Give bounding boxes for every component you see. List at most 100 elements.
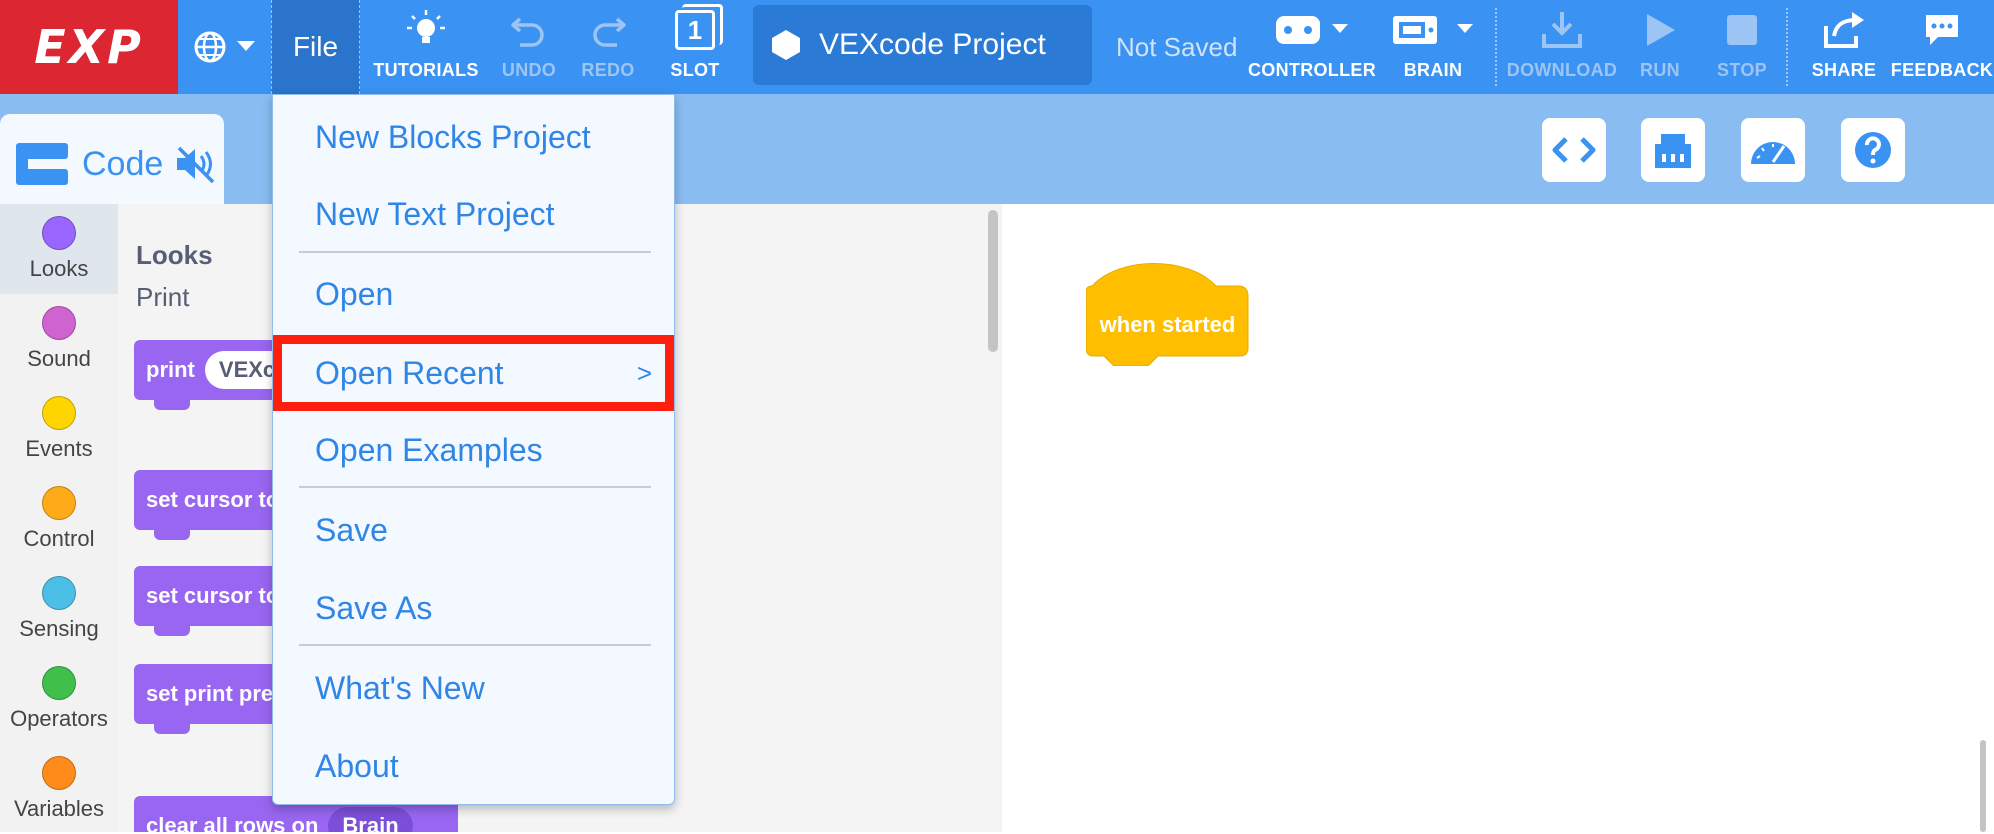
block-notch xyxy=(154,400,190,410)
category-label: Control xyxy=(23,526,95,551)
block-category-menu: Looks Sound Events Control Sensing Opera… xyxy=(0,204,118,832)
sound-muted-icon[interactable] xyxy=(175,144,217,184)
code-viewer-button[interactable] xyxy=(1542,118,1606,182)
submenu-arrow-icon: > xyxy=(636,357,652,388)
undo-icon xyxy=(511,17,544,47)
gauge-icon xyxy=(1751,142,1795,164)
globe-icon xyxy=(194,31,226,63)
slot-label: SLOT xyxy=(670,60,720,80)
block-notch xyxy=(154,724,190,734)
share-label: SHARE xyxy=(1811,60,1877,80)
menu-item-open[interactable]: Open xyxy=(273,257,674,331)
palette-subsection-title: Print xyxy=(136,282,190,312)
menu-item-label: What's New xyxy=(315,669,485,706)
menu-divider xyxy=(299,251,651,253)
save-status: Not Saved xyxy=(1116,31,1238,62)
undo-label: UNDO xyxy=(501,60,557,80)
palette-section-title: Looks xyxy=(136,240,213,270)
category-label: Looks xyxy=(29,256,89,281)
category-sound[interactable]: Sound xyxy=(0,294,118,384)
brain-button[interactable]: BRAIN xyxy=(1388,0,1478,94)
category-dot xyxy=(42,396,76,430)
help-button[interactable] xyxy=(1841,118,1905,182)
menu-divider xyxy=(299,486,651,488)
menu-item-label: Open Recent xyxy=(315,354,504,391)
share-button[interactable]: SHARE xyxy=(1806,0,1882,94)
redo-label: REDO xyxy=(581,60,635,80)
file-menu-button[interactable]: File xyxy=(271,0,360,94)
slot-number: 1 xyxy=(687,14,703,45)
menu-item-label: New Blocks Project xyxy=(315,118,591,155)
category-variables[interactable]: Variables xyxy=(0,744,118,834)
run-label: RUN xyxy=(1640,60,1680,80)
share-icon xyxy=(1824,12,1864,48)
run-button[interactable]: RUN xyxy=(1632,0,1688,94)
menu-item-open-examples[interactable]: Open Examples xyxy=(273,413,674,487)
menu-item-save-as[interactable]: Save As xyxy=(273,571,674,645)
menu-item-new-blocks-project[interactable]: New Blocks Project xyxy=(273,100,674,174)
project-name: VEXcode Project xyxy=(819,28,1046,61)
play-icon xyxy=(1647,14,1675,46)
menu-item-about[interactable]: About xyxy=(273,729,674,803)
menu-item-label: Save xyxy=(315,511,388,548)
project-name-field[interactable]: VEXcode Project xyxy=(753,5,1092,85)
menu-item-new-text-project[interactable]: New Text Project xyxy=(273,177,674,251)
feedback-icon xyxy=(1926,15,1958,45)
brain-label: BRAIN xyxy=(1403,60,1463,80)
menu-item-save[interactable]: Save xyxy=(273,493,674,567)
menu-item-label: New Text Project xyxy=(315,195,555,232)
dashboard-button[interactable] xyxy=(1741,118,1805,182)
category-label: Operators xyxy=(10,706,108,731)
controller-label: CONTROLLER xyxy=(1248,60,1376,80)
menu-item-label: Save As xyxy=(315,589,433,626)
hat-block-label: when started xyxy=(1099,312,1236,337)
category-dot xyxy=(42,666,76,700)
block-notch xyxy=(154,626,190,636)
category-dot xyxy=(42,486,76,520)
category-label: Sensing xyxy=(19,616,99,641)
block-label: set cursor to xyxy=(146,487,280,512)
category-dot xyxy=(42,576,76,610)
category-looks[interactable]: Looks xyxy=(0,204,118,294)
category-label: Variables xyxy=(13,796,105,821)
tutorials-button[interactable]: TUTORIALS xyxy=(371,0,481,94)
category-operators[interactable]: Operators xyxy=(0,654,118,744)
category-dot xyxy=(42,306,76,340)
tutorials-label: TUTORIALS xyxy=(373,60,479,80)
palette-scrollbar[interactable] xyxy=(988,210,998,352)
toolbar-divider xyxy=(1495,8,1497,86)
stop-button[interactable]: STOP xyxy=(1710,0,1774,94)
menu-item-whats-new[interactable]: What's New xyxy=(273,651,674,725)
file-label: File xyxy=(292,31,339,62)
workspace-scrollbar[interactable] xyxy=(1980,740,1986,832)
category-events[interactable]: Events xyxy=(0,384,118,474)
language-button[interactable] xyxy=(178,0,270,94)
stop-label: STOP xyxy=(1717,60,1767,80)
code-tab[interactable]: Code xyxy=(0,114,224,214)
lightbulb-icon xyxy=(407,10,445,43)
controller-button[interactable]: CONTROLLER xyxy=(1248,0,1376,94)
undo-button[interactable]: UNDO xyxy=(494,0,564,94)
category-sensing[interactable]: Sensing xyxy=(0,564,118,654)
devices-button[interactable] xyxy=(1641,118,1705,182)
port-icon xyxy=(1655,134,1691,168)
block-label: print xyxy=(146,357,195,382)
slot-button[interactable]: 1 SLOT xyxy=(660,0,730,94)
code-brackets-icon xyxy=(1552,137,1596,163)
logo-text: EXP xyxy=(34,20,144,74)
menu-divider xyxy=(299,644,651,646)
redo-button[interactable]: REDO xyxy=(573,0,643,94)
download-label: DOWNLOAD xyxy=(1506,60,1618,80)
feedback-label: FEEDBACK xyxy=(1890,60,1994,80)
hexagon-icon xyxy=(772,30,800,60)
download-icon xyxy=(1542,12,1582,48)
category-control[interactable]: Control xyxy=(0,474,118,564)
download-button[interactable]: DOWNLOAD xyxy=(1506,0,1618,94)
category-label: Events xyxy=(25,436,93,461)
block-label: set cursor to xyxy=(146,583,280,608)
brain-dropdown[interactable]: Brain xyxy=(328,807,413,832)
menu-item-open-recent[interactable]: Open Recent > xyxy=(273,335,674,411)
feedback-button[interactable]: FEEDBACK xyxy=(1890,0,1994,94)
controller-icon xyxy=(1276,16,1348,44)
code-workspace[interactable]: when started xyxy=(1008,204,1994,832)
